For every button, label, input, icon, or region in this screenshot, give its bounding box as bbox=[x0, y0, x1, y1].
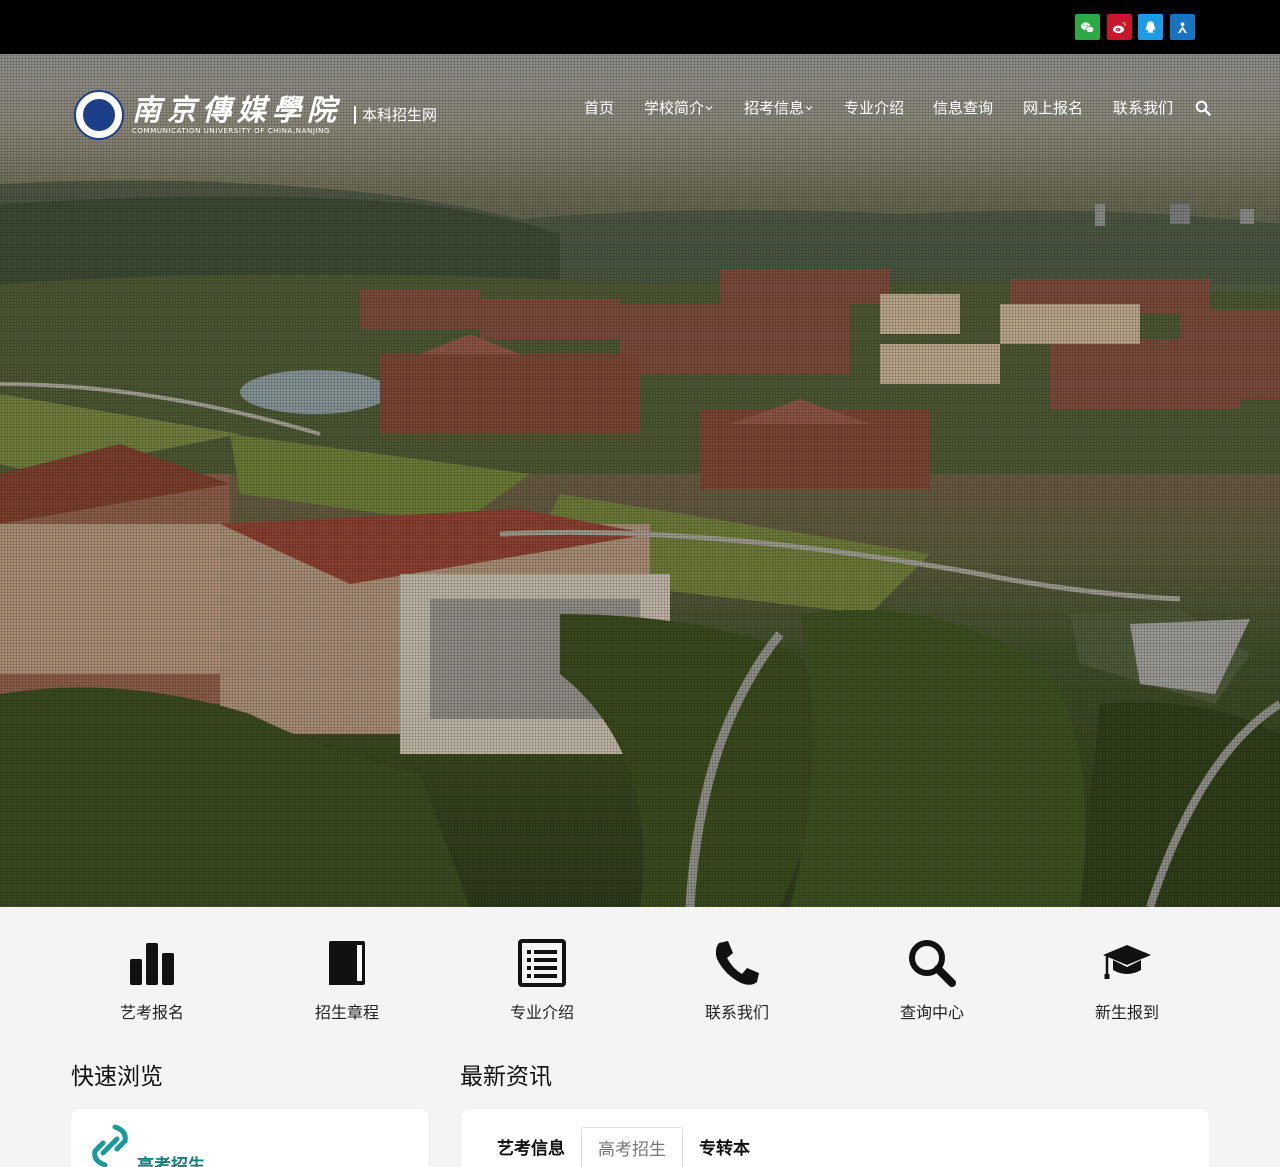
app-icon[interactable] bbox=[1170, 14, 1195, 40]
weibo-icon[interactable] bbox=[1107, 14, 1132, 40]
nav-item-3[interactable]: 招考信息 bbox=[744, 98, 813, 118]
site-logo[interactable]: 南京傳媒學院 COMMUNICATION UNIVERSITY OF CHINA… bbox=[74, 89, 437, 141]
nav-item-4[interactable]: 专业介绍 bbox=[844, 98, 904, 118]
quick-link-label: 联系我们 bbox=[704, 1003, 769, 1022]
quick-links: 艺考报名 招生章程 专业介绍 联系我们 查询中心 新生报到 bbox=[0, 907, 1280, 1047]
wechat-icon[interactable] bbox=[1075, 14, 1100, 40]
qq-icon[interactable] bbox=[1138, 14, 1163, 40]
quick-link-freshman-registration[interactable]: 新生报到 bbox=[1047, 937, 1207, 1023]
quick-link-label: 专业介绍 bbox=[509, 1003, 574, 1022]
university-seal-icon bbox=[74, 90, 124, 140]
nav-item-7[interactable]: 联系我们 bbox=[1113, 98, 1173, 118]
search-icon[interactable] bbox=[1195, 100, 1211, 116]
graduation-cap-icon bbox=[1103, 945, 1151, 979]
quick-browse-item-gaokao[interactable]: 高考招生 bbox=[137, 1151, 205, 1167]
nav-item-label: 专业介绍 bbox=[844, 99, 905, 117]
quick-link-admission-rules[interactable]: 招生章程 bbox=[267, 937, 427, 1023]
chevron-down-icon bbox=[705, 106, 713, 111]
nav-item-label: 招考信息 bbox=[744, 99, 805, 117]
nav-item-label: 信息查询 bbox=[933, 99, 994, 117]
quick-link-contact[interactable]: 联系我们 bbox=[657, 937, 817, 1023]
quick-link-label: 艺考报名 bbox=[119, 1003, 184, 1022]
chevron-down-icon bbox=[805, 106, 813, 111]
latest-news-card: 艺考信息 高考招生 专转本 bbox=[461, 1109, 1209, 1167]
nav-item-label: 首页 bbox=[584, 99, 615, 117]
quick-link-label: 招生章程 bbox=[314, 1003, 379, 1022]
logo-wordmark: 南京傳媒學院 COMMUNICATION UNIVERSITY OF CHINA… bbox=[132, 94, 342, 136]
hero-dot-overlay bbox=[0, 54, 1280, 907]
quick-browse-card: 高考招生 bbox=[71, 1109, 429, 1167]
quick-link-label: 查询中心 bbox=[899, 1003, 964, 1022]
nav-item-label: 网上报名 bbox=[1023, 99, 1084, 117]
quick-link-majors[interactable]: 专业介绍 bbox=[462, 937, 622, 1023]
news-tabs: 艺考信息 高考招生 专转本 bbox=[481, 1127, 766, 1167]
logo-en-name: COMMUNICATION UNIVERSITY OF CHINA,NANJIN… bbox=[132, 127, 331, 135]
nav-item-2[interactable]: 学校简介 bbox=[644, 98, 713, 118]
quick-link-query-center[interactable]: 查询中心 bbox=[852, 937, 1012, 1023]
hero-banner bbox=[0, 54, 1280, 907]
nav-item-1[interactable]: 首页 bbox=[584, 98, 614, 118]
nav-item-label: 学校简介 bbox=[644, 99, 705, 117]
tab-gaokao[interactable]: 高考招生 bbox=[581, 1127, 683, 1167]
logo-cn-name: 南京傳媒學院 bbox=[132, 93, 343, 127]
quick-browse-title: 快速浏览 bbox=[71, 1064, 163, 1090]
tab-art-exam[interactable]: 艺考信息 bbox=[481, 1127, 581, 1167]
list-icon bbox=[518, 939, 566, 987]
latest-news-title: 最新资讯 bbox=[460, 1064, 552, 1090]
nav-item-5[interactable]: 信息查询 bbox=[933, 98, 993, 118]
bar-chart-icon bbox=[130, 943, 174, 985]
quick-link-label: 新生报到 bbox=[1094, 1003, 1159, 1022]
search-icon bbox=[909, 940, 956, 987]
logo-subtitle: 本科招生网 bbox=[354, 106, 437, 124]
nav-item-label: 联系我们 bbox=[1113, 99, 1174, 117]
quick-link-art-exam-signup[interactable]: 艺考报名 bbox=[72, 937, 232, 1023]
book-icon bbox=[329, 941, 365, 985]
nav-item-6[interactable]: 网上报名 bbox=[1023, 98, 1083, 118]
link-icon bbox=[92, 1124, 128, 1167]
top-bar bbox=[0, 0, 1280, 54]
tab-upgrade[interactable]: 专转本 bbox=[683, 1127, 766, 1167]
phone-icon bbox=[715, 941, 759, 985]
